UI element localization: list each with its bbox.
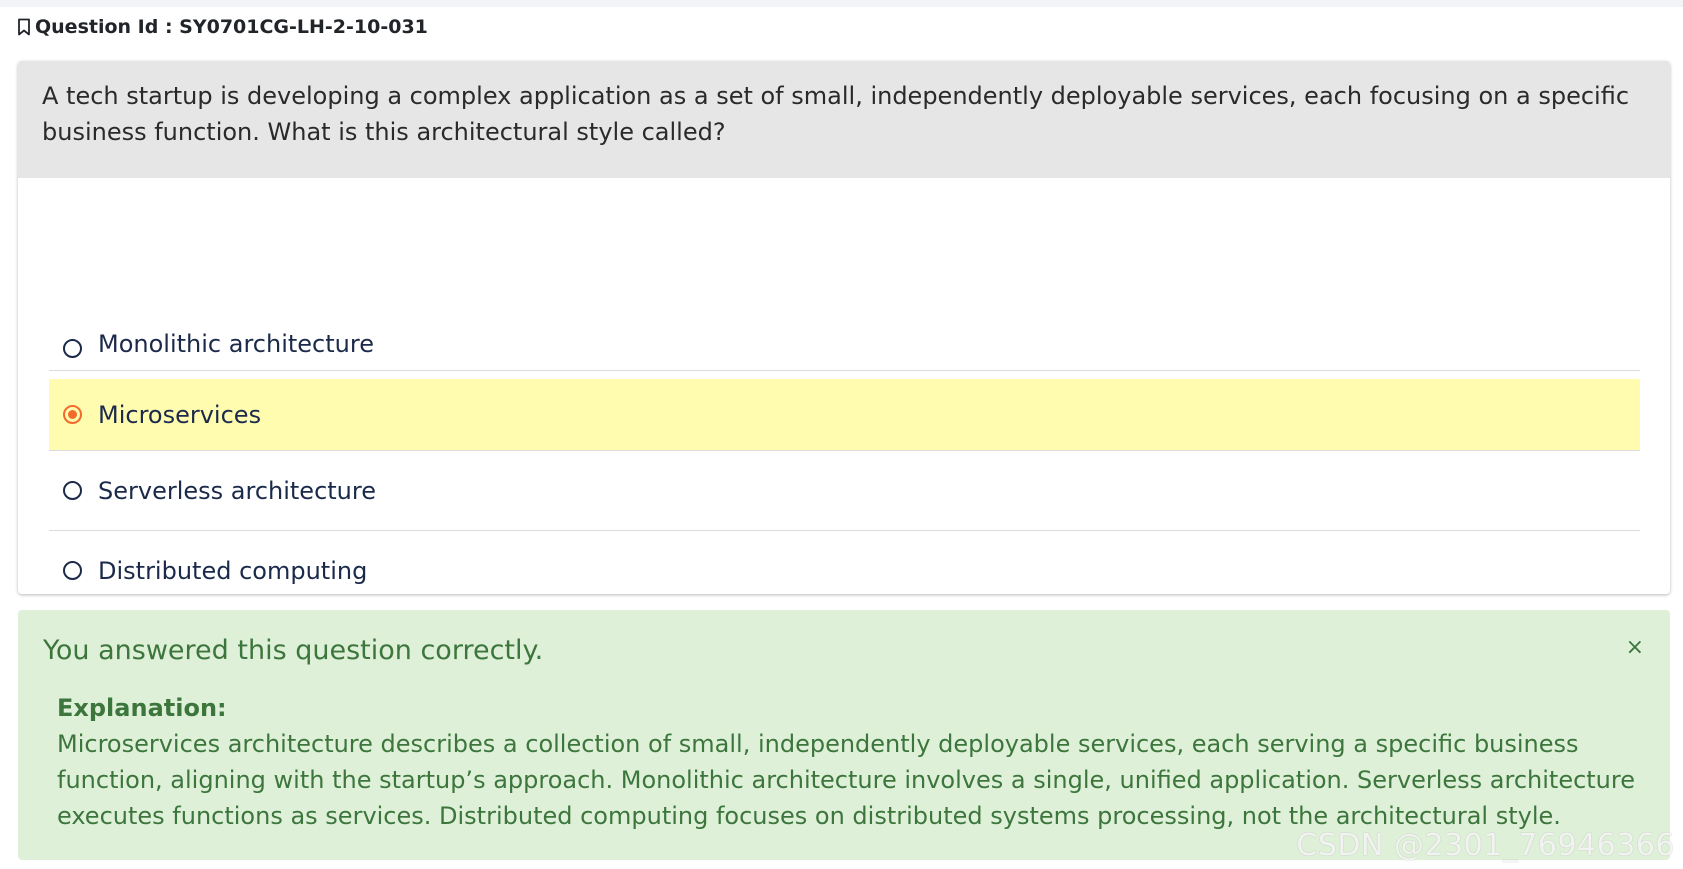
feedback-alert: You answered this question correctly. × … [18,610,1670,860]
explanation-label: Explanation: [57,694,227,722]
close-icon[interactable]: × [1626,637,1644,659]
option-label: Microservices [98,400,262,429]
option-label: Serverless architecture [98,476,376,505]
watermark: CSDN @2301_76946366 [1296,828,1675,863]
explanation: Explanation: Microservices architecture … [57,690,1647,834]
bookmark-icon [18,18,30,36]
option-label: Monolithic architecture [98,330,374,358]
option-serverless[interactable]: Serverless architecture [49,451,1640,531]
question-stem: A tech startup is developing a complex a… [18,61,1670,178]
explanation-text: Microservices architecture describes a c… [57,730,1635,830]
top-bar [0,0,1683,7]
radio-checked-icon[interactable] [63,405,82,424]
option-distributed[interactable]: Distributed computing [49,531,1640,594]
radio-unchecked-icon[interactable] [63,339,82,358]
question-id-label: Question Id : SY0701CG-LH-2-10-031 [35,16,428,38]
option-monolithic[interactable]: Monolithic architecture [49,235,1640,371]
option-label: Distributed computing [98,556,368,585]
question-id: Question Id : SY0701CG-LH-2-10-031 [17,16,428,38]
feedback-title: You answered this question correctly. [43,635,544,666]
question-card: A tech startup is developing a complex a… [18,61,1670,594]
answer-options: Monolithic architecture Microservices Se… [49,235,1640,594]
radio-unchecked-icon[interactable] [63,561,82,580]
option-microservices[interactable]: Microservices [49,379,1640,451]
radio-unchecked-icon[interactable] [63,481,82,500]
